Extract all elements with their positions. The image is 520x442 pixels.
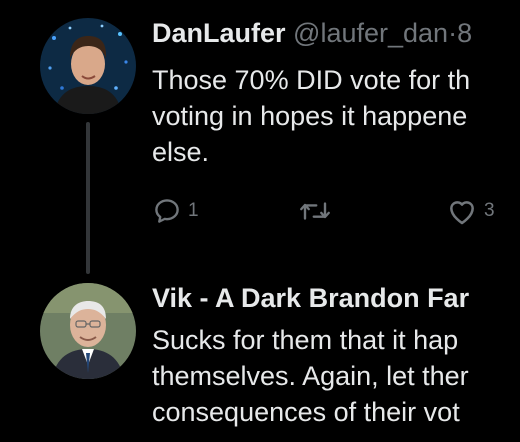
display-name[interactable]: DanLaufer <box>152 18 286 48</box>
text-line: else. <box>152 137 210 167</box>
text-line: themselves. Again, let ther <box>152 361 469 391</box>
tweet-2-header: Vik - A Dark Brandon Far <box>152 281 469 315</box>
display-name[interactable]: Vik - A Dark Brandon Far <box>152 283 469 313</box>
avatar-vik[interactable] <box>40 283 136 379</box>
like-button[interactable]: 3 <box>446 196 495 226</box>
text-line: consequences of their vot <box>152 397 460 427</box>
tweet-1[interactable]: DanLaufer @laufer_dan·8 Those 70% DID vo… <box>0 0 520 280</box>
tweet-thread: DanLaufer @laufer_dan·8 Those 70% DID vo… <box>0 0 520 442</box>
timestamp[interactable]: 8 <box>457 18 472 48</box>
text-line: Sucks for them that it hap <box>152 325 459 355</box>
tweet-2[interactable]: Vik - A Dark Brandon Far Sucks for them … <box>0 280 520 442</box>
retweet-icon <box>298 196 332 226</box>
heart-icon <box>446 196 478 226</box>
tweet-2-text: Sucks for them that it hap themselves. A… <box>152 322 469 430</box>
text-line: Those 70% DID vote for th <box>152 65 471 95</box>
tweet-1-header: DanLaufer @laufer_dan·8 <box>152 16 472 50</box>
separator-dot: · <box>448 18 458 48</box>
reply-count: 1 <box>188 200 199 221</box>
text-line: voting in hopes it happene <box>152 101 468 131</box>
reply-button[interactable]: 1 <box>152 196 199 226</box>
retweet-button[interactable] <box>298 196 338 226</box>
tweet-1-text: Those 70% DID vote for th voting in hope… <box>152 62 470 170</box>
user-handle[interactable]: @laufer_dan <box>293 18 448 48</box>
tweet-1-actions: 1 3 <box>152 196 520 230</box>
like-count: 3 <box>484 200 495 221</box>
avatar-danlaufer[interactable] <box>40 18 136 114</box>
reply-icon <box>152 196 182 226</box>
